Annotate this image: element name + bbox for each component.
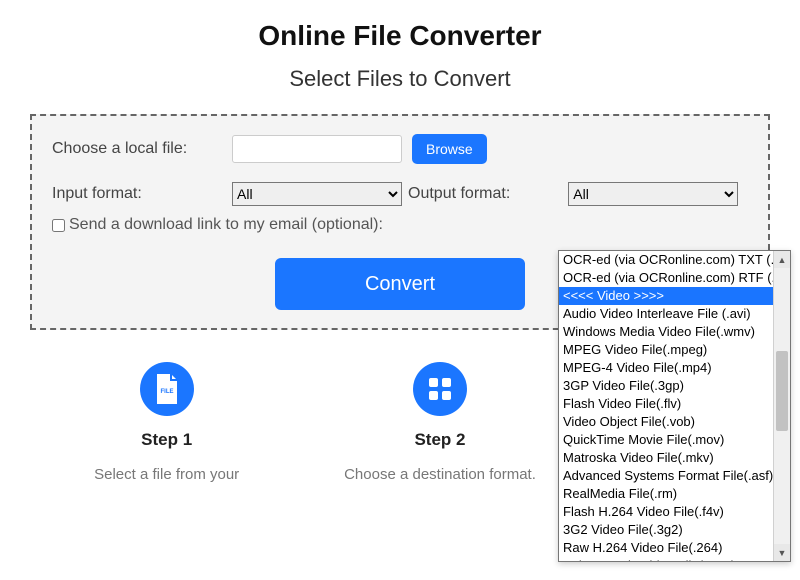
convert-button[interactable]: Convert (275, 258, 525, 310)
scrollbar[interactable]: ▲ ▼ (773, 251, 790, 561)
output-format-label: Output format: (408, 185, 568, 203)
scroll-down-icon[interactable]: ▼ (774, 544, 790, 561)
svg-text:FILE: FILE (160, 389, 173, 395)
dropdown-option[interactable]: <<<< Video >>>> (559, 287, 790, 305)
step-2-desc: Choose a destination format. (320, 464, 560, 485)
dropdown-option[interactable]: Flash Video File(.flv) (559, 395, 790, 413)
step-1-desc: Select a file from your (47, 464, 287, 485)
file-icon: FILE (140, 362, 194, 416)
dropdown-option[interactable]: MPEG Video File(.mpeg) (559, 341, 790, 359)
grid-icon (413, 362, 467, 416)
dropdown-option[interactable]: Advanced Systems Format File(.asf) (559, 467, 790, 485)
dropdown-option[interactable]: Flash H.264 Video File(.f4v) (559, 503, 790, 521)
dropdown-option[interactable]: MPEG-4 Video File(.mp4) (559, 359, 790, 377)
browse-button[interactable]: Browse (412, 134, 487, 164)
step-2-title: Step 2 (320, 430, 560, 450)
output-format-dropdown[interactable]: OCR-ed (via OCRonline.com) TXT (.txt)OCR… (558, 250, 791, 562)
dropdown-option[interactable]: OCR-ed (via OCRonline.com) RTF (.rtf) (559, 269, 790, 287)
email-label: Send a download link to my email (option… (69, 216, 383, 234)
dropdown-option[interactable]: QuickTime Movie File(.mov) (559, 431, 790, 449)
step-2: Step 2 Choose a destination format. (320, 362, 560, 485)
dropdown-option[interactable]: OCR-ed (via OCRonline.com) TXT (.txt) (559, 251, 790, 269)
dropdown-option[interactable]: Raw H.264 Video File(.264) (559, 539, 790, 557)
dropdown-option[interactable]: Matroska Video File(.mkv) (559, 449, 790, 467)
dropdown-option[interactable]: Video Object File(.vob) (559, 413, 790, 431)
email-checkbox[interactable] (52, 219, 65, 232)
dropdown-option[interactable]: Audio Video Interleave File (.avi) (559, 305, 790, 323)
file-input[interactable] (232, 135, 402, 163)
output-format-select[interactable]: All (568, 182, 738, 206)
step-1: FILE Step 1 Select a file from your (47, 362, 287, 485)
page-subtitle: Select Files to Convert (20, 66, 780, 92)
step-1-title: Step 1 (47, 430, 287, 450)
dropdown-option[interactable]: 3GP Video File(.3gp) (559, 377, 790, 395)
input-format-select[interactable]: All (232, 182, 402, 206)
choose-file-label: Choose a local file: (52, 140, 232, 158)
dropdown-option[interactable]: Anime Music Video File(.amv) (559, 557, 790, 561)
page-title: Online File Converter (20, 20, 780, 52)
dropdown-option[interactable]: 3G2 Video File(.3g2) (559, 521, 790, 539)
dropdown-option[interactable]: Windows Media Video File(.wmv) (559, 323, 790, 341)
scroll-up-icon[interactable]: ▲ (774, 251, 790, 268)
input-format-label: Input format: (52, 185, 232, 203)
dropdown-option[interactable]: RealMedia File(.rm) (559, 485, 790, 503)
scroll-thumb[interactable] (776, 351, 788, 431)
